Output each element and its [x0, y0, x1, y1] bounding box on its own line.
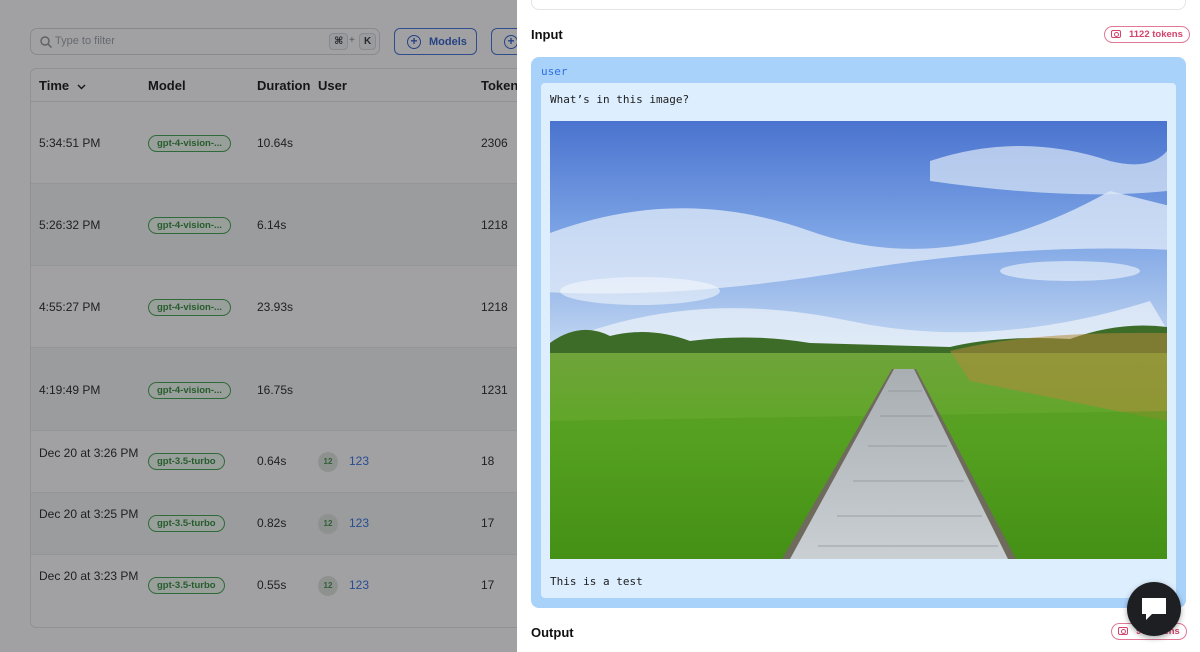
message-role: user: [541, 65, 568, 78]
coins-icon: [1111, 30, 1121, 38]
input-section-title: Input: [531, 27, 563, 42]
output-section-title: Output: [531, 625, 574, 640]
message-content: What’s in this image? This is a test: [541, 83, 1176, 598]
request-detail-drawer: Input 1122 tokens user What’s in this im…: [517, 0, 1200, 652]
chat-bubble-icon: [1142, 598, 1166, 620]
chat-support-button[interactable]: [1127, 582, 1181, 636]
modal-backdrop[interactable]: [0, 0, 517, 652]
message-text: What’s in this image?: [550, 93, 690, 106]
previous-section-card: [531, 0, 1186, 10]
input-token-count-label: 1122 tokens: [1129, 29, 1183, 40]
coins-icon: [1118, 627, 1128, 635]
attached-image[interactable]: [550, 121, 1167, 559]
message-card: user What’s in this image? This is a tes…: [531, 57, 1186, 608]
input-token-count: 1122 tokens: [1104, 26, 1190, 43]
message-text-secondary: This is a test: [550, 575, 643, 588]
